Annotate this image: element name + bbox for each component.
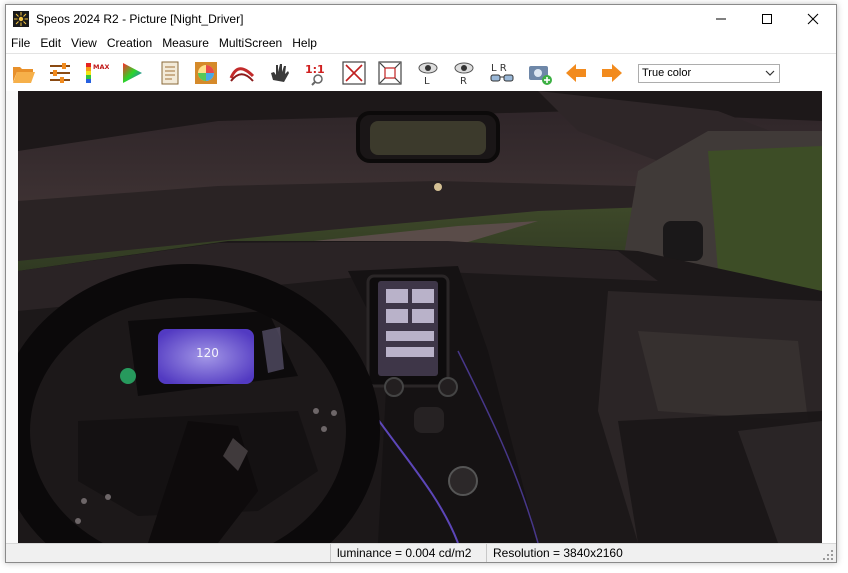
window-title: Speos 2024 R2 - Picture [Night_Driver] (36, 12, 244, 26)
stereo-glasses-icon: L R (490, 63, 514, 82)
hand-pan-icon (271, 64, 289, 82)
svg-text:L: L (424, 76, 430, 86)
menu-edit[interactable]: Edit (35, 33, 66, 53)
stereo-button[interactable]: L R (488, 59, 516, 87)
report-button[interactable] (156, 59, 184, 87)
picture-viewport[interactable]: 120 (6, 91, 836, 543)
open-button[interactable] (10, 59, 38, 87)
maximize-icon (762, 14, 772, 24)
next-button[interactable] (598, 59, 626, 87)
resize-grip-icon[interactable] (822, 549, 834, 561)
spectrum-curve-icon (229, 67, 255, 82)
night-driver-picture[interactable]: 120 (18, 91, 822, 543)
settings-button[interactable] (46, 59, 74, 87)
luminance-readout: luminance = 0.004 cd/m2 (330, 544, 487, 562)
fit-in-icon (378, 61, 402, 85)
open-folder-icon (13, 67, 35, 83)
viewport-margin (6, 91, 18, 543)
previous-button[interactable] (562, 59, 590, 87)
false-color-max-icon: MAX (86, 63, 109, 83)
eye-right-button[interactable]: R (450, 59, 478, 87)
color-mode-select[interactable]: True color (638, 64, 780, 83)
chevron-down-icon (765, 70, 775, 76)
settings-sliders-icon (50, 63, 70, 83)
menu-bar: File Edit View Creation Measure MultiScr… (6, 33, 836, 53)
eye-left-icon: L (418, 62, 438, 86)
eye-right-icon: R (454, 62, 474, 86)
camera-add-icon (529, 66, 552, 85)
color-triangle-button[interactable] (118, 59, 146, 87)
svg-text:MAX: MAX (93, 63, 109, 71)
svg-text:R: R (460, 76, 467, 86)
fit-in-button[interactable] (376, 59, 404, 87)
color-wheel-icon (195, 62, 217, 84)
spectrum-button[interactable] (228, 59, 256, 87)
zoom-1-1-button[interactable]: 1:1 (302, 59, 330, 87)
title-bar: Speos 2024 R2 - Picture [Night_Driver] (6, 5, 836, 33)
car-interior-image: 120 (18, 91, 822, 543)
svg-text:L R: L R (491, 63, 507, 74)
toolbar: MAX 1:1 L R L R True color (6, 53, 836, 93)
menu-help[interactable]: Help (287, 33, 322, 53)
svg-text:120: 120 (196, 346, 219, 360)
menu-multiscreen[interactable]: MultiScreen (214, 33, 287, 53)
zoom-1-to-1-icon: 1:1 (305, 63, 325, 86)
resolution-readout: Resolution = 3840x2160 (486, 544, 653, 562)
capture-button[interactable] (526, 59, 554, 87)
speos-app-icon (13, 11, 29, 27)
document-report-icon (161, 61, 179, 85)
fit-window-button[interactable] (340, 59, 368, 87)
color-triangle-icon (123, 63, 142, 83)
close-icon (807, 13, 819, 25)
arrow-right-icon (602, 64, 622, 82)
status-bar: luminance = 0.004 cd/m2 Resolution = 384… (6, 543, 836, 562)
color-mode-value: True color (642, 67, 692, 79)
eye-left-button[interactable]: L (414, 59, 442, 87)
close-button[interactable] (790, 5, 836, 33)
menu-creation[interactable]: Creation (102, 33, 157, 53)
pan-button[interactable] (266, 59, 294, 87)
minimize-button[interactable] (698, 5, 744, 33)
menu-view[interactable]: View (66, 33, 102, 53)
menu-file[interactable]: File (6, 33, 35, 53)
minimize-icon (716, 18, 726, 20)
fit-to-window-icon (342, 61, 366, 85)
color-wheel-button[interactable] (192, 59, 220, 87)
menu-measure[interactable]: Measure (157, 33, 214, 53)
svg-text:1:1: 1:1 (305, 63, 325, 76)
false-color-max-button[interactable]: MAX (82, 59, 110, 87)
maximize-button[interactable] (744, 5, 790, 33)
arrow-left-icon (566, 64, 586, 82)
app-window: Speos 2024 R2 - Picture [Night_Driver] F… (5, 4, 837, 563)
